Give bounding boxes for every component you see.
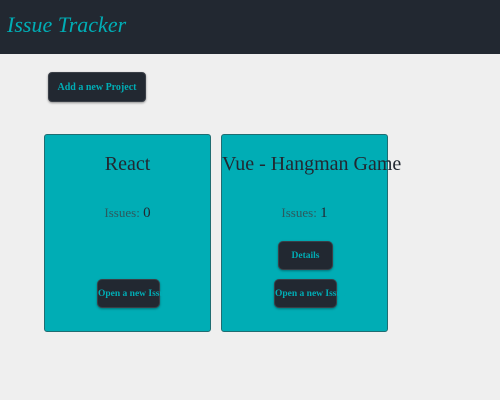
issues-count: 0 <box>143 205 151 221</box>
project-card-react: React Issues: 0 Open a new Issue <box>44 134 211 332</box>
issues-count: 1 <box>320 205 328 221</box>
issues-label: Issues: <box>281 205 317 220</box>
open-issue-button[interactable]: Open a new Issue <box>97 279 169 308</box>
details-button[interactable]: Details <box>278 241 333 270</box>
project-card-vue-hangman: Vue - Hangman Game Issues: 1 Details Ope… <box>221 134 402 332</box>
add-project-button[interactable]: Add a new Project <box>48 72 146 102</box>
navbar: Issue Tracker <box>0 0 500 54</box>
project-title: React <box>104 153 151 175</box>
app-brand[interactable]: Issue Tracker <box>7 11 126 39</box>
issues-count-label: Issues: 0 <box>45 204 210 222</box>
issues-label: Issues: <box>104 205 140 220</box>
issues-count-label: Issues: 1 <box>222 204 387 222</box>
open-issue-button[interactable]: Open a new Issue <box>274 279 346 308</box>
project-title: Vue - Hangman Game <box>222 153 402 175</box>
